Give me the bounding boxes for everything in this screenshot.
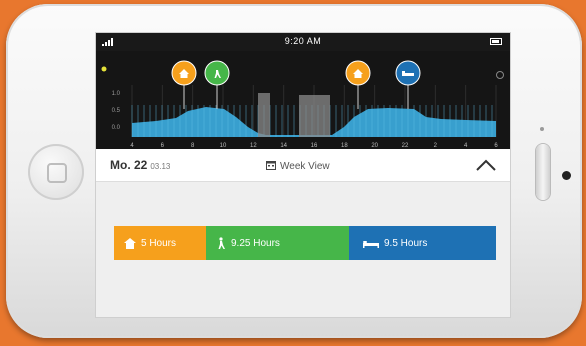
battery-icon bbox=[490, 38, 502, 45]
home-button[interactable] bbox=[28, 144, 84, 200]
sleep-segment[interactable]: 9.5 Hours bbox=[349, 226, 496, 260]
chevron-up-icon[interactable] bbox=[474, 155, 498, 175]
walk-hours-label: 9.25 Hours bbox=[231, 237, 280, 249]
home-button-square bbox=[47, 163, 67, 183]
highlight-bar bbox=[299, 95, 330, 137]
date-small: 03.13 bbox=[150, 162, 171, 171]
calendar-icon bbox=[266, 161, 276, 170]
sleep-hours-label: 9.5 Hours bbox=[384, 237, 428, 249]
speaker-grille bbox=[536, 144, 550, 200]
activity-content: 5 Hours 9.25 Hours 9.5 Hours bbox=[96, 182, 510, 317]
week-view-label: Week View bbox=[280, 161, 330, 172]
date-main: Mo. 22 bbox=[110, 158, 148, 172]
day-summary-header: Mo. 22 03.13 Week View bbox=[96, 149, 510, 182]
date-label: Mo. 22 03.13 bbox=[110, 158, 170, 172]
bed-icon bbox=[363, 240, 379, 248]
walk-segment[interactable]: 9.25 Hours bbox=[206, 226, 349, 260]
activity-chart[interactable]: 1.0 0.5 0.0 4 6 8 10 12 14 16 18 20 22 2 4 6 bbox=[96, 51, 510, 149]
app-screen: 9:20 AM 1.0 0.5 0.0 4 6 8 10 12 14 16 18 20 22 2 4 6 Mo… bbox=[95, 32, 511, 318]
front-camera bbox=[562, 171, 571, 180]
proximity-sensor bbox=[540, 127, 544, 131]
home-hours-label: 5 Hours bbox=[141, 237, 177, 249]
home-icon bbox=[124, 237, 136, 249]
highlight-bar bbox=[258, 93, 270, 137]
legend-dot bbox=[101, 66, 107, 72]
chart-svg: 1.00.50.04 6 8 10 12 14 16 18 20 22 2 4 6 bbox=[101, 60, 504, 149]
week-view-button[interactable]: Week View bbox=[266, 160, 330, 172]
settings-icon bbox=[496, 71, 504, 79]
status-bar: 9:20 AM bbox=[96, 33, 510, 51]
phone-frame: 9:20 AM 1.0 0.5 0.0 4 6 8 10 12 14 16 18 20 22 2 4 6 Mo… bbox=[6, 4, 582, 338]
walk-icon bbox=[218, 236, 225, 249]
y-tick-label: 1.0 bbox=[112, 91, 121, 97]
home-segment[interactable]: 5 Hours bbox=[114, 226, 206, 260]
y-tick-label: 0.0 bbox=[112, 125, 121, 131]
y-tick-label: 0.5 bbox=[112, 108, 121, 114]
activity-breakdown-bar: 5 Hours 9.25 Hours 9.5 Hours bbox=[114, 226, 496, 260]
status-time: 9:20 AM bbox=[284, 36, 322, 46]
